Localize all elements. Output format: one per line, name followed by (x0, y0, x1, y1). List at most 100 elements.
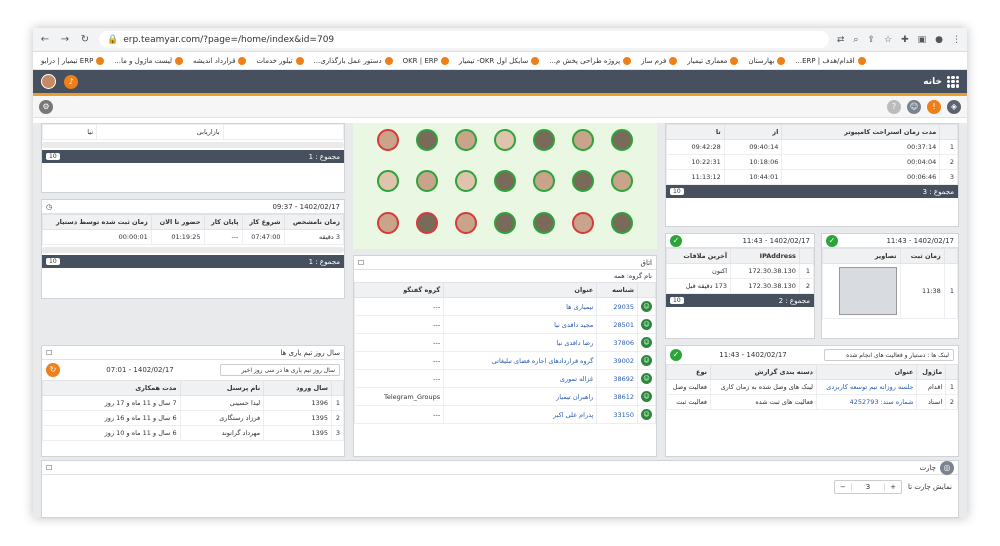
chart-depth-stepper[interactable]: − 3 + (833, 480, 903, 494)
column-header[interactable]: حضور تا الان (150, 214, 205, 230)
profile-photo[interactable] (455, 170, 477, 193)
column-header[interactable]: زمان نامشخص (283, 214, 344, 230)
cube-icon[interactable]: ◈ (947, 99, 961, 114)
bookmark-item[interactable]: فرم ساز (641, 56, 678, 65)
avatar[interactable] (41, 74, 56, 89)
address-bar[interactable]: 🔒 erp.teamyar.com/?page=/home/index&id=70… (99, 31, 829, 48)
column-header[interactable]: عنوان (816, 364, 918, 380)
bookmark-item[interactable]: قرارداد اندیشه (193, 56, 247, 65)
column-header[interactable]: گروه گفتگو (354, 282, 445, 298)
table-row[interactable]: 1 1396 لیدا حسینی 7 سال و 11 ماه و 17 روز (42, 395, 344, 411)
column-header[interactable]: ماژول (916, 364, 947, 380)
column-header[interactable]: IPAddress (730, 248, 800, 264)
bookmark-item[interactable]: لیست ماژول و ما... (114, 56, 184, 65)
column-header[interactable]: شناسه (596, 282, 638, 298)
page-size-select[interactable]: 10 (670, 188, 684, 195)
zoom-icon[interactable]: ⌕ (853, 35, 858, 45)
column-header[interactable]: مدت همکاری (42, 380, 181, 396)
table-row[interactable]: ☺ 38692 غزاله تموری --- (354, 369, 656, 388)
profile-photo[interactable] (611, 129, 633, 151)
checkbox-icon[interactable]: ☐ (358, 259, 364, 267)
column-header[interactable]: آخرین ملاقات (666, 248, 732, 264)
profile-photo[interactable] (572, 170, 594, 193)
table-row[interactable]: 2 اسناد شماره سند: 4252793 فعالیت های ثبت ش… (666, 394, 958, 410)
page-size-select[interactable]: 10 (46, 153, 60, 160)
checkbox-icon[interactable]: ☐ (46, 464, 52, 472)
column-header[interactable]: شروع کار (241, 214, 285, 230)
bookmark-item[interactable]: ERP تیمیار | درایو (41, 56, 105, 65)
filter-select[interactable]: سال روز تیم یاری ها در سی روز اخیر (220, 364, 340, 376)
table-row[interactable]: 3 00:06:46 10:44:01 11:13:12 (666, 169, 958, 185)
column-header[interactable]: عنوان (443, 282, 598, 298)
profile-photo[interactable] (494, 170, 516, 193)
profile-photo[interactable] (611, 170, 633, 193)
table-row[interactable]: 1 00:37:14 09:40:14 09:42:28 (666, 139, 958, 155)
table-row[interactable]: 2 172.30.38.130 173 دقیقه قبل (666, 278, 814, 294)
profile-photo[interactable] (572, 129, 594, 151)
table-row[interactable]: 1 اقدام جلسه روزانه تیم توسعه کاربردی لینک … (666, 379, 958, 395)
notification-icon[interactable]: ♪ (64, 74, 78, 89)
profile-photo[interactable] (533, 211, 555, 234)
extension-icon[interactable]: ✚ (901, 35, 909, 45)
sidebar-icon[interactable]: ▣ (918, 35, 927, 45)
bookmark-item[interactable]: دستور عمل بارگذاری... (314, 56, 393, 65)
page-size-select[interactable]: 10 (670, 297, 684, 304)
share-icon[interactable]: ⇪ (867, 35, 875, 45)
profile-photo[interactable] (533, 129, 555, 151)
profile-photo[interactable] (572, 211, 594, 234)
column-header[interactable]: تا (666, 124, 725, 140)
table-row[interactable]: 2 1395 فرزاد رستگاری 6 سال و 11 ماه و 16 رو… (42, 410, 344, 426)
minus-icon[interactable]: − (835, 483, 851, 491)
table-row[interactable]: ☺ 29035 تیمیاری ها --- (354, 297, 656, 316)
column-header[interactable]: دسته بندی گزارش (709, 364, 818, 380)
profile-photo[interactable] (377, 170, 399, 193)
users-icon[interactable]: ☺ (907, 99, 921, 114)
profile-photo[interactable] (494, 129, 516, 151)
column-header[interactable]: سال ورود (263, 380, 332, 396)
profile-photo[interactable] (455, 211, 477, 234)
profile-photo[interactable] (416, 170, 438, 193)
column-header[interactable]: مدت زمان استراحت کامپیوتر (781, 124, 941, 140)
bookmark-item[interactable]: سایکل اول OKR- تیمیار (459, 56, 540, 65)
reload-icon[interactable]: ↻ (79, 34, 91, 45)
profile-icon[interactable]: ● (935, 35, 943, 45)
profile-photo[interactable] (416, 129, 438, 151)
column-header[interactable]: نام پرسنل (179, 380, 265, 396)
chart-depth-value[interactable]: 3 (850, 483, 886, 491)
star-icon[interactable]: ☆ (884, 35, 892, 45)
back-icon[interactable]: ← (39, 34, 51, 45)
table-row[interactable]: ☺ 39002 گروه قراردادهای اجاره فضای تبلیغات… (354, 351, 656, 370)
bookmark-item[interactable]: OKR | ERP (403, 56, 449, 65)
page-size-select[interactable]: 10 (46, 258, 60, 265)
column-header[interactable]: تصاویر (822, 248, 901, 264)
table-row[interactable]: 1 172.30.38.130 اکنون (666, 263, 814, 279)
forward-icon[interactable]: → (59, 34, 71, 45)
horizontal-scrollbar[interactable] (42, 142, 344, 148)
plus-icon[interactable]: + (885, 483, 901, 491)
column-header[interactable]: پایان کار (203, 214, 243, 230)
table-row[interactable]: 3 1395 مهرداد گرانوند 6 سال و 11 ماه و 10 ر… (42, 425, 344, 441)
horizontal-scrollbar[interactable] (42, 247, 344, 253)
column-header[interactable]: نوع (666, 364, 711, 380)
column-header[interactable]: از (723, 124, 783, 140)
table-row[interactable]: ☺ 33150 پدرام علی اکبر --- (354, 405, 656, 424)
column-header[interactable]: زمان ثبت شده توسط دستیار (42, 214, 152, 230)
profile-photo[interactable] (455, 129, 477, 151)
bookmark-item[interactable]: بهارستان (748, 56, 786, 65)
settings-icon[interactable]: ⚙ (39, 99, 53, 114)
table-row[interactable]: ☺ 28501 مجید داقدی نیا --- (354, 315, 656, 334)
translate-icon[interactable]: ⇄ (837, 35, 845, 45)
table-row[interactable]: ☺ 37806 رضا داقدی نیا --- (354, 333, 656, 352)
alert-icon[interactable]: ! (927, 99, 941, 114)
bookmark-item[interactable]: پروژه طراحی پخش م... (549, 56, 632, 65)
group-filter[interactable]: نام گروه: همه (354, 270, 656, 282)
refresh-icon[interactable]: ↻ (46, 363, 60, 377)
bookmark-item[interactable]: معماری تیمیار (687, 56, 739, 65)
bookmark-item[interactable]: تیلور خدمات (256, 56, 304, 65)
profile-photo[interactable] (533, 170, 555, 193)
checkbox-icon[interactable]: ☐ (46, 349, 52, 357)
profile-photo[interactable] (377, 211, 399, 234)
table-row[interactable]: 2 00:04:04 10:18:06 10:22:31 (666, 154, 958, 170)
table-row[interactable]: ☺ 38612 راهبران تیمیار Telegram_Groups (354, 387, 656, 406)
screenshot-thumbnail[interactable] (838, 267, 897, 315)
